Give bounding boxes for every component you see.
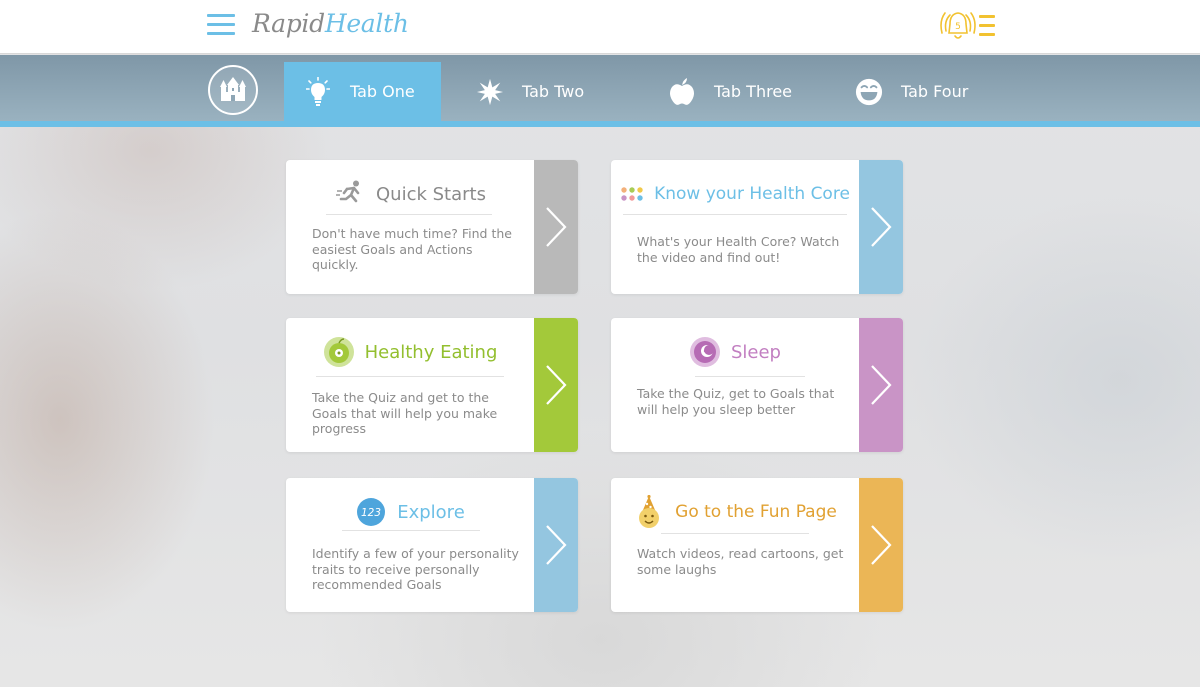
card-arrow-button[interactable]: [534, 318, 578, 452]
badge-text: 123: [361, 507, 381, 519]
smiley-icon: [855, 78, 883, 106]
divider: [316, 376, 504, 377]
tab-two-label: Tab Two: [522, 82, 585, 101]
card-description: Don't have much time? Find the easiest G…: [312, 226, 512, 272]
runner-icon: [334, 178, 366, 210]
tab-one[interactable]: Tab One: [284, 62, 441, 121]
party-hat-icon: [633, 495, 665, 528]
card-title: Sleep: [730, 341, 781, 363]
tab-two[interactable]: Tab Two: [476, 62, 584, 121]
logo-text-rapid: Rapid: [252, 9, 325, 38]
card-description: Watch videos, read cartoons, get some la…: [637, 546, 844, 577]
card-title: Healthy Eating: [364, 341, 498, 363]
chevron-right-icon: [546, 365, 567, 405]
notification-bell-icon[interactable]: 5: [940, 9, 998, 43]
card-title: Know your Health Core: [654, 184, 850, 204]
app-header: RapidHealth 5: [0, 0, 1200, 54]
card-title: Quick Starts: [376, 183, 486, 205]
tab-three-label: Tab Three: [714, 82, 792, 101]
card-arrow-button[interactable]: [534, 478, 578, 612]
card-sleep[interactable]: Sleep Take the Quiz, get to Goals that w…: [611, 318, 903, 452]
tab-bar: [0, 55, 1200, 122]
castle-home-icon[interactable]: [208, 65, 258, 115]
tab-bar-underline: [0, 121, 1200, 127]
card-description: Take the Quiz, get to Goals that will he…: [637, 386, 835, 417]
tab-four[interactable]: Tab Four: [855, 62, 968, 121]
menu-icon[interactable]: [207, 14, 235, 36]
chevron-right-icon: [871, 207, 892, 247]
sleep-moon-icon: [689, 336, 721, 368]
card-quick-starts[interactable]: Quick Starts Don't have much time? Find …: [286, 160, 578, 294]
star-burst-icon: [476, 78, 504, 106]
tab-four-label: Tab Four: [901, 82, 969, 101]
numbers-123-icon: 123: [355, 496, 387, 528]
logo-text-health: Health: [324, 9, 409, 38]
card-healthy-eating[interactable]: Healthy Eating Take the Quiz and get to …: [286, 318, 578, 452]
card-title: Go to the Fun Page: [675, 502, 837, 522]
tab-three[interactable]: Tab Three: [668, 62, 792, 121]
divider: [695, 376, 805, 377]
card-explore[interactable]: 123 Explore Identify a few of your perso…: [286, 478, 578, 612]
card-arrow-button[interactable]: [859, 318, 903, 452]
chevron-right-icon: [871, 365, 892, 405]
card-description: Identify a few of your personality trait…: [312, 546, 519, 592]
chevron-right-icon: [546, 525, 567, 565]
dots-icon: [620, 178, 644, 210]
apple-icon: [668, 77, 696, 106]
lightbulb-icon: [304, 76, 332, 106]
card-description: Take the Quiz and get to the Goals that …: [312, 390, 498, 436]
card-fun-page[interactable]: Go to the Fun Page Watch videos, read ca…: [611, 478, 903, 612]
card-health-core[interactable]: Know your Health Core What's your Health…: [611, 160, 903, 294]
divider: [326, 214, 492, 215]
card-title: Explore: [397, 501, 465, 523]
card-arrow-button[interactable]: [859, 478, 903, 612]
notification-count: 5: [955, 22, 961, 32]
card-description: What's your Health Core? Watch the video…: [637, 234, 840, 265]
app-logo[interactable]: RapidHealth: [252, 9, 409, 38]
divider: [661, 533, 809, 534]
chevron-right-icon: [871, 525, 892, 565]
chevron-right-icon: [546, 207, 567, 247]
divider: [623, 214, 847, 215]
tab-one-label: Tab One: [350, 82, 415, 101]
apple-face-icon: [323, 336, 355, 368]
divider: [342, 530, 480, 531]
card-arrow-button[interactable]: [859, 160, 903, 294]
card-arrow-button[interactable]: [534, 160, 578, 294]
